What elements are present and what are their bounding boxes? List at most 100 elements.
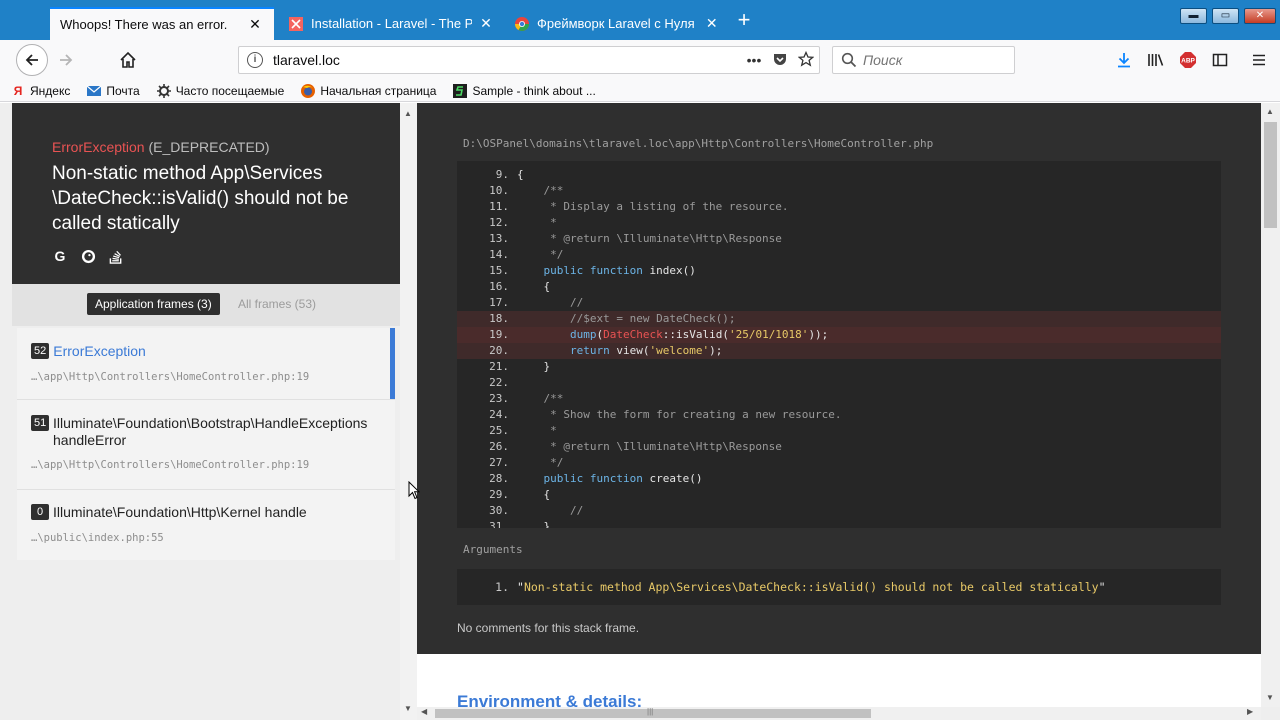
sidebar-button[interactable] bbox=[1206, 46, 1234, 74]
tab-bar: Whoops! There was an error. ✕ Installati… bbox=[0, 0, 1280, 40]
gear-icon bbox=[156, 83, 171, 98]
window-close-button[interactable]: ✕ bbox=[1244, 8, 1276, 24]
frame-path: …\app\Http\Controllers\HomeController.ph… bbox=[31, 459, 310, 471]
frame-class: ErrorException bbox=[53, 343, 146, 359]
bookmark-yandex[interactable]: Я Яндекс bbox=[10, 83, 71, 99]
tab-close-icon[interactable]: ✕ bbox=[246, 16, 264, 33]
url-bar[interactable]: i tlaravel.loc ••• bbox=[238, 46, 820, 74]
forward-button[interactable] bbox=[52, 46, 80, 74]
line-code: /** bbox=[517, 392, 564, 405]
bookmark-start-page[interactable]: Начальная страница bbox=[300, 83, 436, 99]
scroll-up-arrow-icon[interactable]: ▲ bbox=[404, 109, 412, 118]
tab-laravel-course[interactable]: Фреймворк Laravel с Нуля до ✕ bbox=[504, 7, 730, 40]
google-icon[interactable]: G bbox=[52, 248, 68, 264]
adblock-button[interactable]: ABP bbox=[1174, 46, 1202, 74]
duckduckgo-icon[interactable] bbox=[80, 248, 96, 264]
forward-arrow-icon bbox=[60, 54, 73, 66]
line-code: //$ext = new DateCheck(); bbox=[517, 312, 736, 325]
scroll-up-arrow-icon[interactable]: ▲ bbox=[1266, 107, 1274, 116]
arguments-list: 1. "Non-static method App\Services\DateC… bbox=[457, 569, 1221, 605]
new-tab-button[interactable]: + bbox=[734, 9, 754, 33]
arguments-label: Arguments bbox=[463, 543, 523, 556]
code-line: 9. { bbox=[457, 167, 1221, 183]
laravel-icon bbox=[289, 16, 303, 31]
line-code: dump(DateCheck::isValid('25/01/1018')); bbox=[569, 328, 829, 341]
page-vertical-scrollbar[interactable]: ▲ ▼ bbox=[1261, 103, 1280, 707]
line-code: // bbox=[517, 504, 584, 517]
exception-class[interactable]: ErrorException bbox=[52, 139, 145, 155]
tab-laravel-installation[interactable]: Installation - Laravel - The PHP ✕ bbox=[278, 7, 504, 40]
frame-path: …\app\Http\Controllers\HomeController.ph… bbox=[31, 371, 310, 383]
info-icon[interactable]: i bbox=[247, 52, 263, 68]
line-code: { bbox=[517, 168, 524, 181]
line-code: * bbox=[517, 216, 557, 229]
url-text[interactable]: tlaravel.loc bbox=[273, 52, 741, 68]
tab-application-frames[interactable]: Application frames (3) bbox=[87, 293, 220, 315]
tab-close-icon[interactable]: ✕ bbox=[478, 15, 494, 32]
library-icon bbox=[1148, 54, 1164, 66]
pocket-icon[interactable] bbox=[767, 51, 793, 70]
exception-class-line: ErrorException (E_DEPRECATED) bbox=[52, 139, 270, 155]
page-horizontal-scrollbar[interactable]: ◀ ||| ▶ bbox=[417, 707, 1261, 720]
bookmark-star-icon[interactable] bbox=[793, 50, 819, 70]
tab-all-frames[interactable]: All frames (53) bbox=[238, 293, 316, 315]
tab-whoops[interactable]: Whoops! There was an error. ✕ bbox=[50, 7, 274, 40]
yandex-icon: Я bbox=[13, 83, 23, 98]
mouse-cursor-icon bbox=[408, 481, 420, 500]
downloads-button[interactable] bbox=[1110, 46, 1138, 74]
line-code: public function index() bbox=[543, 264, 696, 277]
page-actions-button[interactable]: ••• bbox=[741, 52, 767, 68]
frames-filter: Application frames (3) All frames (53) bbox=[12, 284, 400, 326]
no-comments-text: No comments for this stack frame. bbox=[457, 621, 640, 635]
frame-item[interactable]: 51 Illuminate\Foundation\Bootstrap\Handl… bbox=[17, 400, 395, 490]
code-line: 22. bbox=[457, 375, 1221, 391]
chrome-icon bbox=[515, 16, 529, 31]
scroll-right-arrow-icon[interactable]: ▶ bbox=[1247, 707, 1253, 716]
code-line: 29. { bbox=[457, 487, 1221, 503]
search-bar[interactable] bbox=[832, 46, 1015, 74]
line-code: * @return \Illuminate\Http\Response bbox=[517, 440, 782, 453]
line-number: 17. bbox=[489, 296, 509, 309]
code-line: 15. public function index() bbox=[457, 263, 1221, 279]
scroll-down-arrow-icon[interactable]: ▼ bbox=[1266, 693, 1274, 702]
tab-close-icon[interactable]: ✕ bbox=[704, 15, 720, 32]
line-code: /** bbox=[517, 184, 564, 197]
exception-message: Non-static method App\Services \DateChec… bbox=[52, 163, 349, 234]
minimize-button[interactable]: ▬ bbox=[1180, 8, 1207, 24]
line-code: * bbox=[517, 424, 557, 437]
bookmarks-toolbar: Я Яндекс Почта Часто посещаемые Начальна… bbox=[0, 80, 1280, 102]
bookmark-mail[interactable]: Почта bbox=[86, 83, 140, 99]
line-code: * Display a listing of the resource. bbox=[517, 200, 789, 213]
code-line: 18. //$ext = new DateCheck(); bbox=[457, 311, 1221, 327]
line-number: 13. bbox=[489, 232, 509, 245]
mail-icon bbox=[86, 85, 102, 96]
search-input[interactable] bbox=[863, 52, 1003, 68]
line-number: 27. bbox=[489, 456, 509, 469]
file-path[interactable]: D:\OSPanel\domains\tlaravel.loc\app\Http… bbox=[463, 137, 933, 150]
hamburger-icon bbox=[1253, 54, 1265, 66]
nav-bar: i tlaravel.loc ••• ABP bbox=[0, 40, 1280, 80]
frame-number: 51 bbox=[31, 415, 49, 431]
home-button[interactable] bbox=[114, 46, 142, 74]
panel-scrollbar[interactable]: ▲ ▼ bbox=[400, 103, 417, 720]
scroll-down-arrow-icon[interactable]: ▼ bbox=[404, 704, 412, 713]
stackoverflow-icon[interactable] bbox=[108, 248, 124, 264]
frame-item[interactable]: 52 ErrorException …\app\Http\Controllers… bbox=[17, 328, 395, 400]
search-links: G bbox=[52, 248, 124, 264]
line-number: 24. bbox=[489, 408, 509, 421]
back-button[interactable] bbox=[16, 44, 48, 76]
scroll-left-arrow-icon[interactable]: ◀ bbox=[421, 707, 427, 716]
tab-title: Whoops! There was an error. bbox=[60, 17, 228, 32]
line-number: 20. bbox=[489, 344, 509, 357]
bookmark-sample[interactable]: Sample - think about ... bbox=[452, 83, 596, 99]
code-line: 13. * @return \Illuminate\Http\Response bbox=[457, 231, 1221, 247]
frame-path: …\public\index.php:55 bbox=[31, 532, 164, 544]
frame-item[interactable]: 0 Illuminate\Foundation\Http\Kernel hand… bbox=[17, 490, 395, 560]
maximize-button[interactable]: ▭ bbox=[1212, 8, 1239, 24]
library-button[interactable] bbox=[1142, 46, 1170, 74]
scroll-thumb[interactable] bbox=[1264, 122, 1277, 228]
menu-button[interactable] bbox=[1245, 46, 1273, 74]
bookmark-most-visited[interactable]: Часто посещаемые bbox=[156, 83, 284, 99]
sample-icon bbox=[453, 83, 468, 98]
frames-list: 52 ErrorException …\app\Http\Controllers… bbox=[17, 328, 395, 560]
